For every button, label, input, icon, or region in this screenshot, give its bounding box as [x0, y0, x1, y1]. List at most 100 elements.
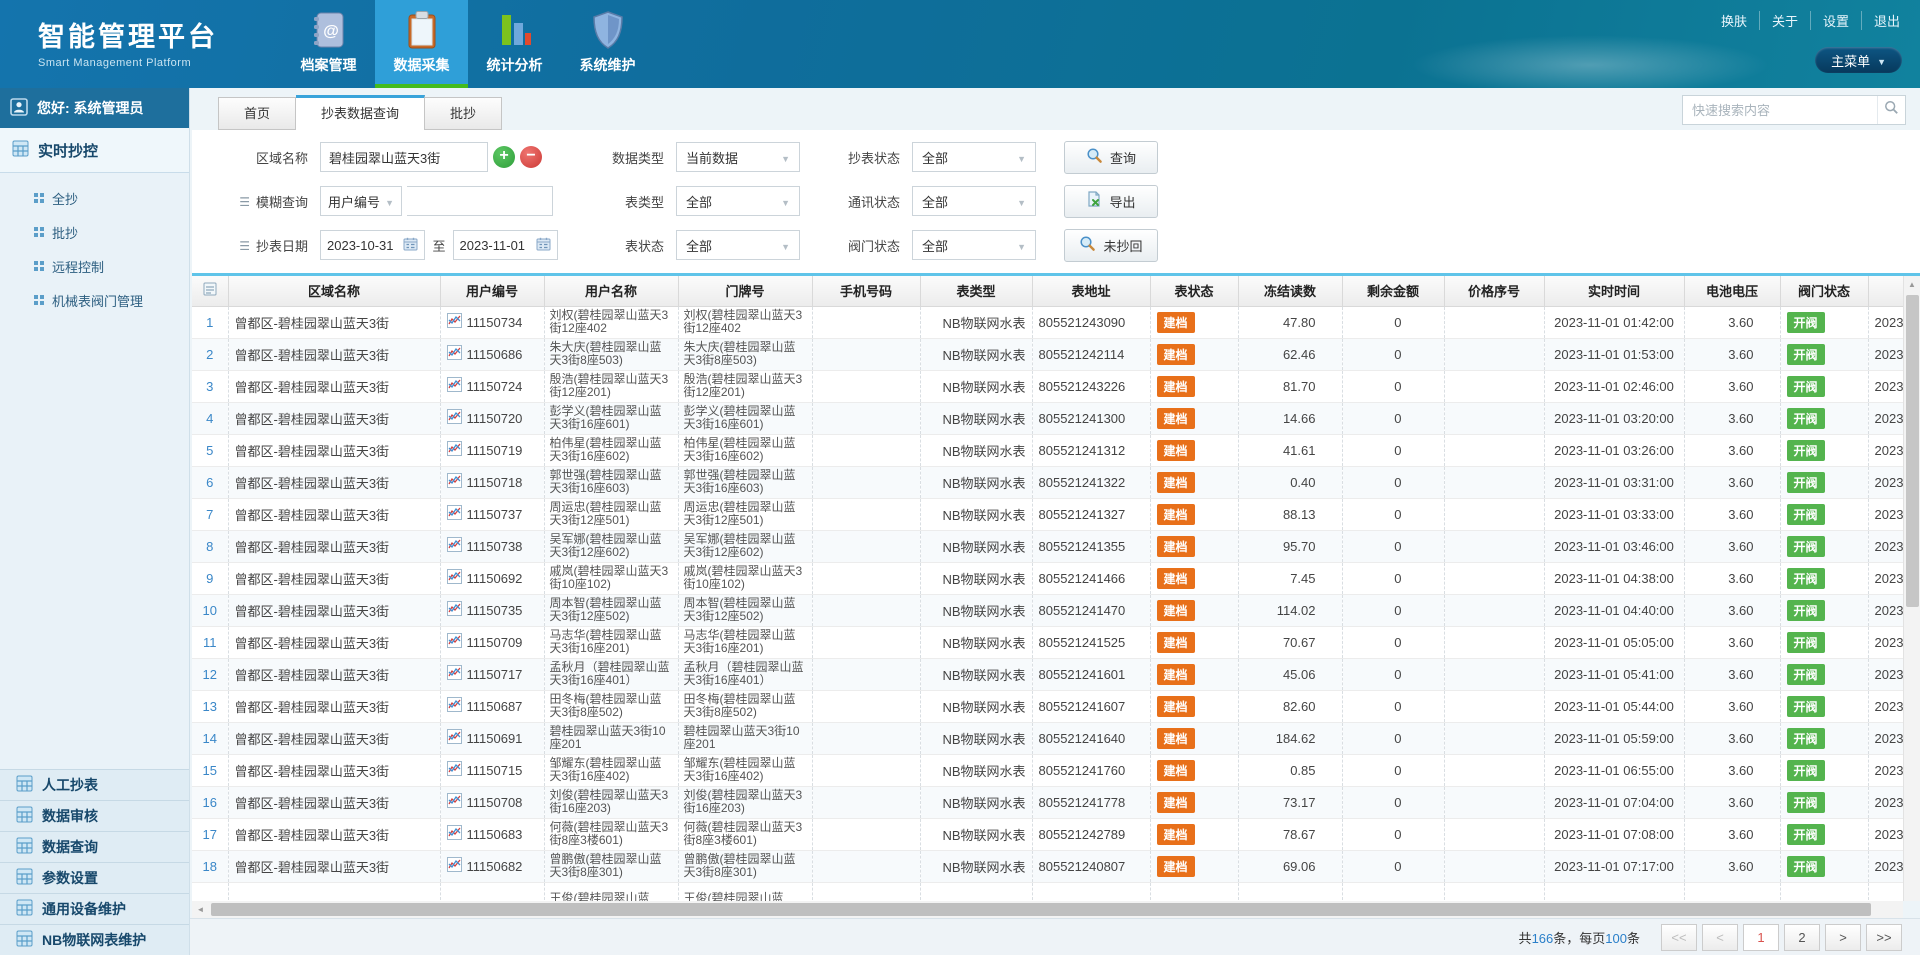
table-row[interactable]: 9曾都区-碧桂园翠山蓝天3街11150692戚岚(碧桂园翠山蓝天3街10座102…: [192, 562, 1903, 594]
horizontal-scroll-thumb[interactable]: [211, 903, 1871, 916]
table-row[interactable]: 王俊(碧桂园翠山蓝王俊(碧桂园翠山蓝: [192, 882, 1903, 901]
table-row[interactable]: 8曾都区-碧桂园翠山蓝天3街11150738吴军娜(碧桂园翠山蓝天3街12座60…: [192, 530, 1903, 562]
vertical-scrollbar[interactable]: [1903, 276, 1920, 901]
column-header-价格序号[interactable]: 价格序号: [1444, 276, 1544, 306]
scroll-left-icon[interactable]: [192, 901, 209, 918]
nav-item-档案管理[interactable]: @档案管理: [282, 0, 375, 88]
table-row[interactable]: 4曾都区-碧桂园翠山蓝天3街11150720彭学义(碧桂园翠山蓝天3街16座60…: [192, 402, 1903, 434]
date-from-input[interactable]: 2023-10-31: [320, 230, 425, 260]
date-to-input[interactable]: 2023-11-01: [453, 230, 558, 260]
area-cell: 曾都区-碧桂园翠山蓝天3街: [228, 402, 440, 434]
table-row[interactable]: 3曾都区-碧桂园翠山蓝天3街11150724殷浩(碧桂园翠山蓝天3街12座201…: [192, 370, 1903, 402]
quick-link-关于[interactable]: 关于: [1760, 11, 1811, 30]
table-row[interactable]: 12曾都区-碧桂园翠山蓝天3街11150717孟秋月（碧桂园翠山蓝天3街16座4…: [192, 658, 1903, 690]
valve-status-cell: 开阀: [1780, 338, 1868, 370]
table-row[interactable]: 15曾都区-碧桂园翠山蓝天3街11150715邹耀东(碧桂园翠山蓝天3街16座4…: [192, 754, 1903, 786]
sidebar-section-realtime[interactable]: 实时抄控: [0, 128, 189, 173]
user-no-cell: [440, 882, 544, 901]
nav-item-数据采集[interactable]: 数据采集: [375, 0, 468, 88]
table-row[interactable]: 11曾都区-碧桂园翠山蓝天3街11150709马志华(碧桂园翠山蓝天3街16座2…: [192, 626, 1903, 658]
phone-cell: [812, 338, 920, 370]
table-row[interactable]: 2曾都区-碧桂园翠山蓝天3街11150686朱大庆(碧桂园翠山蓝天3街8座503…: [192, 338, 1903, 370]
page-button->>[interactable]: >>: [1866, 924, 1902, 951]
table-row[interactable]: 5曾都区-碧桂园翠山蓝天3街11150719柏伟星(碧桂园翠山蓝天3街16座60…: [192, 434, 1903, 466]
user-no-wrap: 11150683: [447, 825, 538, 843]
add-area-button[interactable]: [493, 146, 515, 168]
unread-button[interactable]: 未抄回: [1064, 229, 1158, 262]
table-row[interactable]: 16曾都区-碧桂园翠山蓝天3街11150708刘俊(碧桂园翠山蓝天3街16座20…: [192, 786, 1903, 818]
meter-status-select[interactable]: 全部: [676, 230, 800, 260]
sidebar-item-数据审核[interactable]: 数据审核: [0, 800, 189, 831]
sidebar-item-全抄[interactable]: 全抄: [0, 181, 189, 215]
column-header-电池电压[interactable]: 电池电压: [1684, 276, 1780, 306]
main-menu-button[interactable]: 主菜单: [1815, 47, 1902, 73]
quick-link-退出[interactable]: 退出: [1862, 11, 1904, 30]
date-range-field: 2023-10-31 至 2023-11-01: [320, 230, 558, 260]
area-name-input[interactable]: [320, 142, 488, 172]
search-button[interactable]: [1877, 96, 1905, 124]
sidebar-item-人工抄表[interactable]: 人工抄表: [0, 769, 189, 800]
read-status-select[interactable]: 全部: [912, 142, 1036, 172]
tab-批抄[interactable]: 批抄: [425, 97, 502, 130]
column-header-阀门状态[interactable]: 阀门状态: [1780, 276, 1868, 306]
column-header-手机号码[interactable]: 手机号码: [812, 276, 920, 306]
sidebar-item-远程控制[interactable]: 远程控制: [0, 249, 189, 283]
column-header-用户名称[interactable]: 用户名称: [544, 276, 678, 306]
nav-item-系统维护[interactable]: 系统维护: [561, 0, 654, 88]
quick-search-input[interactable]: [1683, 103, 1877, 118]
meter-status-cell: 建档: [1150, 562, 1238, 594]
comm-status-select[interactable]: 全部: [912, 186, 1036, 216]
fuzzy-field-select[interactable]: 用户编号: [320, 186, 402, 216]
table-row[interactable]: 17曾都区-碧桂园翠山蓝天3街11150683何薇(碧桂园翠山蓝天3街8座3楼6…: [192, 818, 1903, 850]
column-header-表类型[interactable]: 表类型: [920, 276, 1032, 306]
tab-首页[interactable]: 首页: [218, 97, 296, 130]
query-button[interactable]: 查询: [1064, 141, 1158, 174]
table-row[interactable]: 1曾都区-碧桂园翠山蓝天3街11150734刘权(碧桂园翠山蓝天3街12座402…: [192, 306, 1903, 338]
table-row[interactable]: 13曾都区-碧桂园翠山蓝天3街11150687田冬梅(碧桂园翠山蓝天3街8座50…: [192, 690, 1903, 722]
table-row[interactable]: 7曾都区-碧桂园翠山蓝天3街11150737周运忠(碧桂园翠山蓝天3街12座50…: [192, 498, 1903, 530]
column-header-用户编号[interactable]: 用户编号: [440, 276, 544, 306]
export-button[interactable]: 导出: [1064, 185, 1158, 218]
sidebar: 您好: 系统管理员 实时抄控 全抄批抄远程控制机械表阀门管理 人工抄表数据审核数…: [0, 88, 190, 955]
data-type-select[interactable]: 当前数据: [676, 142, 800, 172]
table-row[interactable]: 10曾都区-碧桂园翠山蓝天3街11150735周本智(碧桂园翠山蓝天3街12座5…: [192, 594, 1903, 626]
area-cell: 曾都区-碧桂园翠山蓝天3街: [228, 658, 440, 690]
vertical-scroll-thumb[interactable]: [1906, 295, 1919, 607]
page-button-2[interactable]: 2: [1784, 924, 1820, 951]
valve-status-cell: 开阀: [1780, 434, 1868, 466]
sidebar-item-批抄[interactable]: 批抄: [0, 215, 189, 249]
user-no-value: 11150715: [467, 763, 523, 778]
column-header-门牌号[interactable]: 门牌号: [678, 276, 812, 306]
quick-link-换肤[interactable]: 换肤: [1709, 11, 1760, 30]
sidebar-item-机械表阀门管理[interactable]: 机械表阀门管理: [0, 283, 189, 317]
meter-status-badge: 建档: [1157, 408, 1195, 429]
nav-item-统计分析[interactable]: 统计分析: [468, 0, 561, 88]
sidebar-item-数据查询[interactable]: 数据查询: [0, 831, 189, 862]
column-header-表状态[interactable]: 表状态: [1150, 276, 1238, 306]
column-header-表地址[interactable]: 表地址: [1032, 276, 1150, 306]
sidebar-item-通用设备维护[interactable]: 通用设备维护: [0, 893, 189, 924]
valve-status-select[interactable]: 全部: [912, 230, 1036, 260]
quick-link-设置[interactable]: 设置: [1811, 11, 1862, 30]
meter-type-select[interactable]: 全部: [676, 186, 800, 216]
column-header-区域名称[interactable]: 区域名称: [228, 276, 440, 306]
tab-抄表数据查询[interactable]: 抄表数据查询: [296, 95, 425, 131]
sidebar-item-参数设置[interactable]: 参数设置: [0, 862, 189, 893]
column-header-select[interactable]: [192, 276, 228, 306]
table-row[interactable]: 14曾都区-碧桂园翠山蓝天3街11150691碧桂园翠山蓝天3街10座201碧桂…: [192, 722, 1903, 754]
page-button-1[interactable]: 1: [1743, 924, 1779, 951]
column-header-抄[interactable]: 抄: [1868, 276, 1903, 306]
chevron-down-icon: [1877, 53, 1886, 68]
page-button->[interactable]: >: [1825, 924, 1861, 951]
column-header-剩余金额[interactable]: 剩余金额: [1342, 276, 1444, 306]
scroll-up-icon[interactable]: [1904, 276, 1920, 293]
column-header-冻结读数[interactable]: 冻结读数: [1238, 276, 1342, 306]
table-row[interactable]: 18曾都区-碧桂园翠山蓝天3街11150682曾鹏傲(碧桂园翠山蓝天3街8座30…: [192, 850, 1903, 882]
table-row[interactable]: 6曾都区-碧桂园翠山蓝天3街11150718郭世强(碧桂园翠山蓝天3街16座60…: [192, 466, 1903, 498]
column-header-实时时间[interactable]: 实时时间: [1544, 276, 1684, 306]
sidebar-item-NB物联网表维护[interactable]: NB物联网表维护: [0, 924, 189, 955]
remove-area-button[interactable]: [520, 146, 542, 168]
user-no-wrap: 11150709: [447, 633, 538, 651]
horizontal-scrollbar[interactable]: [192, 901, 1903, 918]
fuzzy-query-input[interactable]: [407, 186, 553, 216]
